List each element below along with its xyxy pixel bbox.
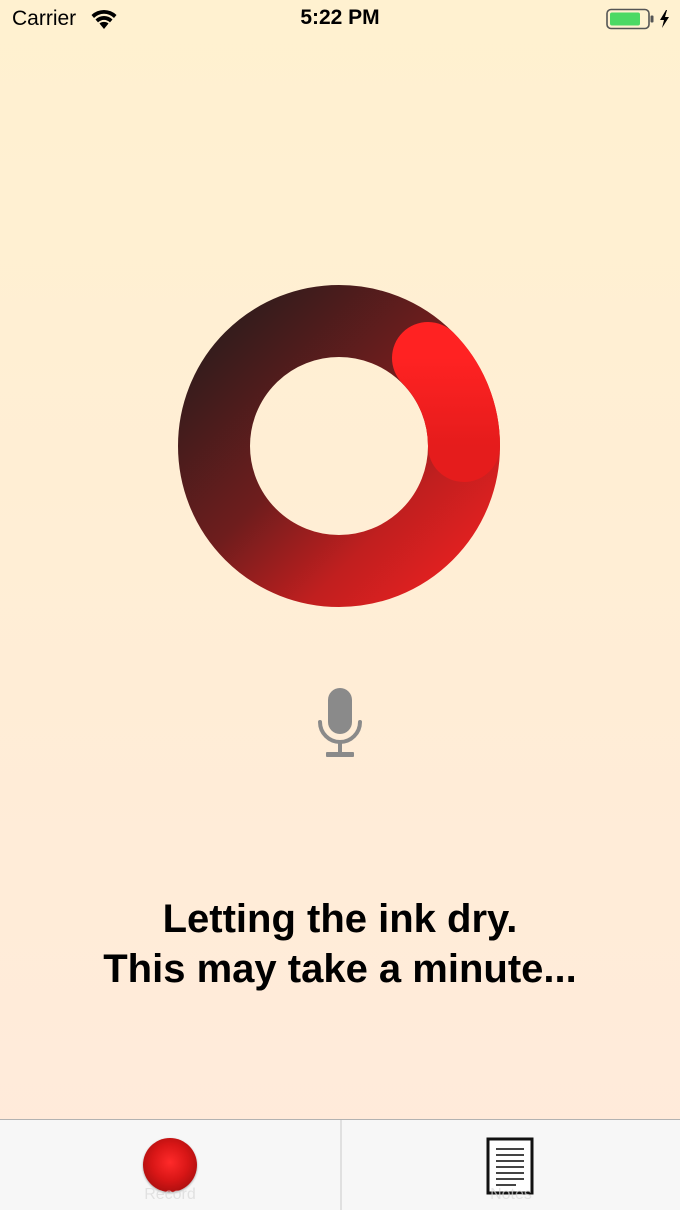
tab-notes[interactable]: Notes [342, 1120, 680, 1210]
status-time: 5:22 PM [300, 6, 380, 29]
tab-record[interactable]: Record [0, 1120, 340, 1210]
microphone-icon [318, 688, 362, 757]
record-icon [143, 1138, 197, 1192]
charging-bolt-icon [660, 10, 669, 28]
tab-bar: Record Notes [0, 1119, 680, 1210]
tab-notes-label: Notes [490, 1186, 532, 1203]
battery-icon [606, 8, 669, 30]
message-line-2: This may take a minute... [103, 947, 577, 991]
status-message: Letting the ink dry. This may take a min… [0, 894, 680, 994]
progress-ring-icon [178, 285, 501, 607]
message-line-1: Letting the ink dry. [162, 897, 518, 941]
tab-record-label: Record [144, 1186, 196, 1203]
status-bar: Carrier 5:22 PM [0, 0, 680, 40]
